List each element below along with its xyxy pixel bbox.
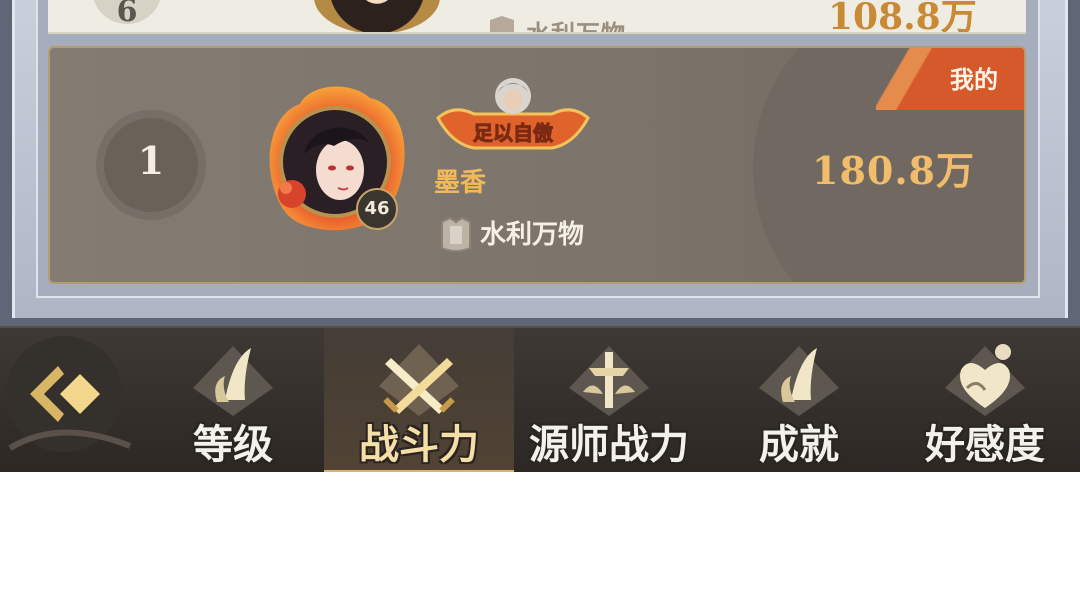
tab-label: 等级	[193, 422, 273, 468]
avatar-level-badge: 46	[356, 188, 398, 230]
tab-label: 战斗力	[359, 422, 479, 468]
sword-emblem-icon	[569, 346, 649, 416]
tab-combat-power[interactable]: 战斗力	[324, 328, 514, 472]
ranking-panel: 6 水利万物 108.8万 我的 1 46 足以自傲 墨香 水利万物 180.8…	[0, 0, 1080, 326]
heart-emblem-icon	[945, 344, 1025, 416]
ranking-tab-bar: 等级 战斗力 源师战力 成就 好感度	[0, 326, 1080, 472]
tab-label: 好感度	[925, 422, 1045, 468]
title-badge: 足以自傲	[436, 78, 590, 150]
ranking-row[interactable]: 6 水利万物 108.8万	[48, 0, 1026, 34]
rank-number: 6	[116, 0, 138, 29]
wing-emblem-icon	[193, 346, 273, 416]
power-value: 108.8万	[828, 0, 977, 34]
guild-icon	[490, 16, 514, 32]
player-avatar[interactable]	[314, 0, 440, 32]
back-button[interactable]	[0, 328, 140, 472]
rank-number: 1	[137, 138, 165, 183]
blank-area	[0, 472, 1080, 606]
guild-icon	[441, 216, 471, 252]
guild-name: 水利万物	[526, 20, 626, 34]
power-value: 180.8万	[812, 148, 975, 193]
tab-level[interactable]: 等级	[138, 328, 328, 472]
tab-achievement[interactable]: 成就	[704, 328, 894, 472]
my-tag-label: 我的	[950, 66, 998, 94]
title-badge-text: 足以自傲	[473, 121, 554, 145]
tab-affection[interactable]: 好感度	[890, 328, 1080, 472]
crossed-swords-icon	[379, 344, 459, 416]
my-ranking-row[interactable]: 我的 1 46 足以自傲 墨香 水利万物 180.8万	[48, 46, 1026, 284]
guild-name: 水利万物	[480, 220, 585, 250]
player-name: 墨香	[434, 168, 487, 198]
tab-label: 成就	[759, 422, 839, 468]
game-screen: 6 水利万物 108.8万 我的 1 46 足以自傲 墨香 水利万物 180.8…	[0, 0, 1080, 472]
tab-master-power[interactable]: 源师战力	[514, 328, 704, 472]
tab-label: 源师战力	[529, 422, 689, 468]
wing-emblem-icon	[759, 346, 839, 416]
